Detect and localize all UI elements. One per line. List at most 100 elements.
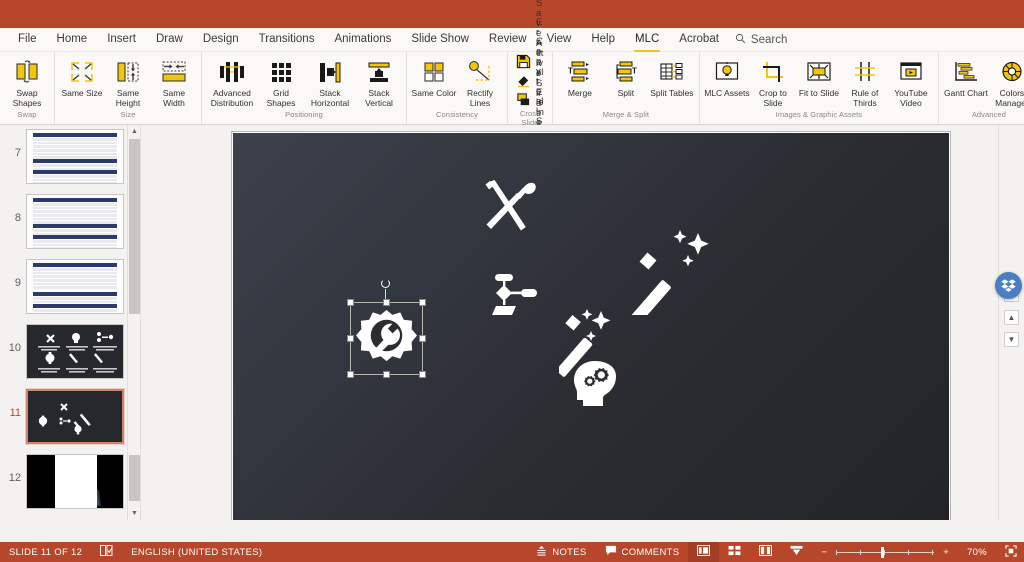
rule-of-thirds-label: Rule of Thirds	[851, 88, 879, 108]
fit-to-window-button[interactable]	[996, 542, 1024, 562]
merge-button[interactable]: T Merge	[557, 54, 603, 98]
resize-handle-n[interactable]	[383, 299, 390, 306]
stack-horizontal-button[interactable]: Stack Horizontal	[304, 54, 356, 108]
tab-home[interactable]: Home	[47, 30, 98, 49]
tab-design[interactable]: Design	[193, 30, 249, 49]
resize-handle-w[interactable]	[347, 335, 354, 342]
thumbnail-slide-9[interactable]: 9	[4, 259, 140, 314]
magic-wand-upper-icon[interactable]	[629, 225, 722, 326]
slide-show-button[interactable]	[781, 542, 812, 562]
thumbnail-slide-10[interactable]: 10	[4, 324, 140, 379]
colors-manager-button[interactable]: Colors Manager	[989, 54, 1024, 108]
ribbon-group-positioning: Advanced Distribution Grid Shapes Stack …	[201, 52, 406, 124]
tab-acrobat[interactable]: Acrobat	[669, 30, 729, 49]
tab-review[interactable]: Review	[479, 30, 537, 49]
slide-counter[interactable]: SLIDE 11 OF 12	[0, 542, 91, 562]
advanced-distribution-button[interactable]: Advanced Distribution	[206, 54, 258, 108]
split-button[interactable]: T Split	[603, 54, 649, 98]
ribbon-group-merge-split: T Merge T Split Split Tables Merge & Spl…	[551, 52, 699, 124]
reading-view-button[interactable]	[750, 542, 781, 562]
tab-draw[interactable]: Draw	[146, 30, 193, 49]
crop-to-slide-button[interactable]: Crop to Slide	[750, 54, 796, 108]
tab-file[interactable]: File	[8, 30, 47, 49]
ribbon-group-advanced: Gantt Chart Colors Manage Advanced	[937, 52, 1024, 124]
same-size-button[interactable]: Same Size	[59, 54, 105, 98]
comments-button[interactable]: COMMENTS	[596, 542, 689, 562]
zoom-slider-handle[interactable]	[881, 546, 885, 558]
save-icon	[516, 54, 531, 74]
swap-shapes-button[interactable]: Swap Shapes	[4, 54, 50, 108]
tab-mlc[interactable]: MLC	[625, 30, 669, 52]
youtube-video-button[interactable]: YouTube Video	[888, 54, 934, 108]
tab-slide-show[interactable]: Slide Show	[401, 30, 479, 49]
ribbon-group-label-consistency: Consistency	[436, 110, 478, 119]
head-gears-icon[interactable]	[569, 357, 625, 418]
resize-handle-s[interactable]	[383, 371, 390, 378]
crop-to-slide-label: Crop to Slide	[758, 88, 787, 108]
dropbox-icon[interactable]	[995, 272, 1022, 299]
scrollbar-thumb-lower[interactable]	[129, 455, 140, 501]
thumbnail-slide-12[interactable]: 12	[4, 454, 140, 509]
thumbnail-slide-11[interactable]: 11	[4, 388, 140, 445]
ribbon-group-consistency: Same Color Rectify Lines Consistency	[406, 52, 507, 124]
tab-insert[interactable]: Insert	[97, 30, 146, 49]
search-box[interactable]: Search	[735, 31, 787, 49]
zoom-tick	[932, 549, 934, 555]
notes-button[interactable]: NOTES	[527, 542, 595, 562]
thumbnail-number: 7	[14, 147, 21, 159]
notes-label: NOTES	[552, 546, 587, 558]
resize-handle-e[interactable]	[419, 335, 426, 342]
fit-to-slide-button[interactable]: Fit to Slide	[796, 54, 842, 98]
same-color-button[interactable]: Same Color	[411, 54, 457, 98]
tab-help[interactable]: Help	[581, 30, 625, 49]
language-indicator[interactable]: ENGLISH (UNITED STATES)	[122, 542, 271, 562]
spellcheck-button[interactable]	[91, 542, 122, 562]
rotation-handle[interactable]	[381, 279, 390, 288]
thumbnail-preview[interactable]	[26, 194, 124, 249]
scrollbar-thumb[interactable]	[129, 139, 140, 314]
thumbnail-slide-7[interactable]: 7	[4, 129, 140, 184]
slide-canvas[interactable]	[231, 131, 951, 520]
scroll-down-button[interactable]: ▼	[128, 507, 140, 520]
same-color-label: Same Color	[411, 88, 457, 98]
thumbnail-preview[interactable]	[25, 388, 125, 445]
zoom-out-button[interactable]: −	[812, 542, 836, 562]
thumbnail-slide-8[interactable]: 8	[4, 194, 140, 249]
rule-of-thirds-button[interactable]: Rule of Thirds	[842, 54, 888, 108]
resize-handle-ne[interactable]	[419, 299, 426, 306]
tab-transitions[interactable]: Transitions	[249, 30, 325, 49]
scroll-down-page-icon[interactable]: ▼	[1004, 332, 1019, 347]
zoom-level[interactable]: 70%	[958, 542, 996, 562]
flowchart-icon[interactable]	[487, 272, 545, 327]
ribbon-tab-strip: File Home Insert Draw Design Transitions…	[0, 28, 1024, 52]
thumbnail-preview[interactable]	[26, 324, 124, 379]
zoom-slider[interactable]	[836, 542, 935, 562]
scroll-up-page-icon[interactable]: ▲	[1004, 310, 1019, 325]
stack-vertical-button[interactable]: Stack Vertical	[356, 54, 402, 108]
thumbnail-preview[interactable]	[26, 129, 124, 184]
pencil-brush-icon[interactable]	[478, 175, 542, 244]
slide-thumbnail-pane[interactable]: 7 8 9 10 11 12 ▲ ▼	[0, 125, 140, 520]
same-height-label: Same Height	[115, 88, 141, 108]
mlc-assets-button[interactable]: MLC Assets	[704, 54, 750, 98]
tab-animations[interactable]: Animations	[324, 30, 401, 49]
split-tables-button[interactable]: Split Tables	[649, 54, 695, 98]
normal-view-button[interactable]	[688, 542, 720, 562]
grid-shapes-button[interactable]: Grid Shapes	[258, 54, 304, 108]
zoom-in-button[interactable]: +	[934, 542, 958, 562]
scroll-up-button[interactable]: ▲	[128, 125, 140, 138]
slide-sorter-button[interactable]	[719, 542, 750, 562]
thumbnail-scrollbar[interactable]: ▲ ▼	[127, 125, 140, 520]
thumbnail-preview[interactable]	[26, 259, 124, 314]
same-height-button[interactable]: Same Height	[105, 54, 151, 108]
same-width-button[interactable]: Same Width	[151, 54, 197, 108]
resize-handle-nw[interactable]	[347, 299, 354, 306]
gantt-chart-button[interactable]: Gantt Chart	[943, 54, 989, 98]
notes-icon	[536, 545, 547, 559]
resize-handle-se[interactable]	[419, 371, 426, 378]
resize-handle-sw[interactable]	[347, 371, 354, 378]
rectify-lines-button[interactable]: Rectify Lines	[457, 54, 503, 108]
slide-canvas-pane[interactable]	[145, 125, 998, 520]
thumbnail-preview[interactable]	[26, 454, 124, 509]
split-tables-icon	[658, 57, 686, 87]
